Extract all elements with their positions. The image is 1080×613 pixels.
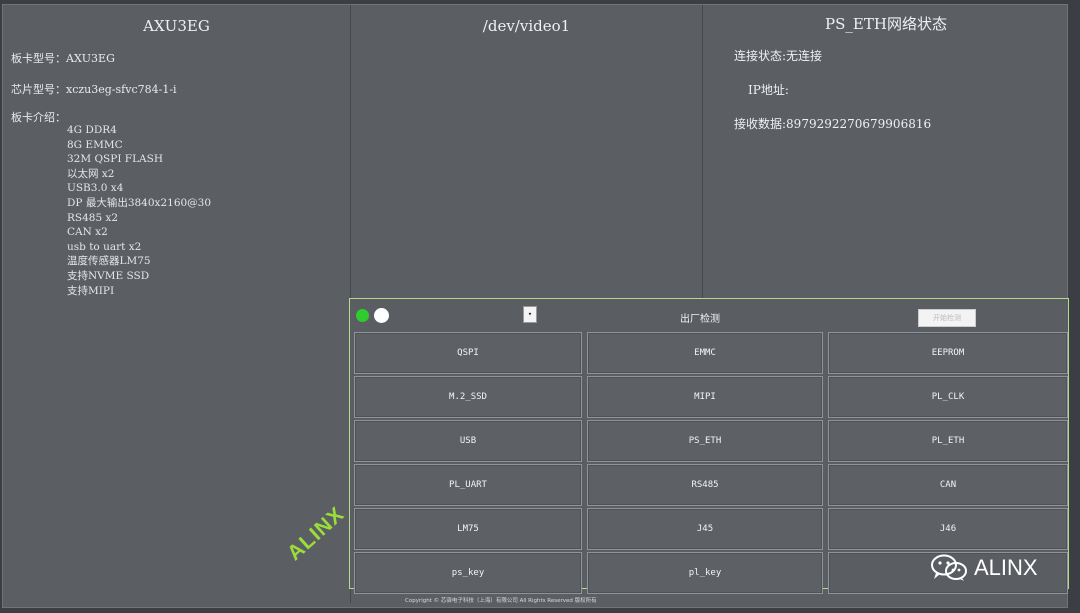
board-intro-label: 板卡介绍： <box>11 111 66 124</box>
chip-model: 芯片型号：xczu3eg-sfvc784-1-i <box>11 83 177 96</box>
feature-item: 8G EMMC <box>67 138 123 151</box>
test-button-pl-eth[interactable]: PL_ETH <box>828 420 1068 462</box>
board-info-panel: AXU3EG 板卡型号：AXU3EG 芯片型号：xczu3eg-sfvc784-… <box>3 5 351 603</box>
board-model: 板卡型号：AXU3EG <box>11 52 115 65</box>
test-button-qspi[interactable]: QSPI <box>354 332 582 374</box>
test-button-can[interactable]: CAN <box>828 464 1068 506</box>
feature-item: 支持NVME SSD <box>67 269 150 282</box>
feature-item: 以太网 x2 <box>67 167 115 180</box>
feature-item: usb to uart x2 <box>67 240 142 253</box>
feature-item: 支持MIPI <box>67 284 115 297</box>
video-device-title: /dev/video1 <box>482 17 571 35</box>
test-button-grid: QSPI EMMC EEPROM M.2_SSD MIPI PL_CLK USB… <box>354 332 1070 594</box>
test-button-m2-ssd[interactable]: M.2_SSD <box>354 376 582 418</box>
test-button-mipi[interactable]: MIPI <box>587 376 823 418</box>
feature-item: USB3.0 x4 <box>67 182 124 195</box>
test-button-ps-eth[interactable]: PS_ETH <box>587 420 823 462</box>
test-button-ps-key[interactable]: ps_key <box>354 552 582 594</box>
eth-connection-status: 连接状态:无连接 <box>734 49 823 63</box>
feature-item: 32M QSPI FLASH <box>67 153 163 166</box>
board-title: AXU3EG <box>143 17 210 35</box>
options-dropdown[interactable]: ▾ <box>523 306 537 323</box>
toggle-knob-icon <box>374 308 389 323</box>
status-toggle[interactable] <box>356 308 390 323</box>
eth-status-title: PS_ETH网络状态 <box>825 15 947 33</box>
wechat-icon <box>931 554 967 581</box>
feature-item: RS485 x2 <box>67 211 119 224</box>
footer-copyright: Copyright © 芯驿电子科技（上海）有限公司 All Rights Re… <box>405 598 597 604</box>
test-button-rs485[interactable]: RS485 <box>587 464 823 506</box>
app-screen: AXU3EG 板卡型号：AXU3EG 芯片型号：xczu3eg-sfvc784-… <box>2 4 1070 608</box>
test-button-eeprom[interactable]: EEPROM <box>828 332 1068 374</box>
test-button-emmc[interactable]: EMMC <box>587 332 823 374</box>
board-feature-list: 4G DDR4 8G EMMC 32M QSPI FLASH 以太网 x2 US… <box>67 123 211 298</box>
test-button-j45[interactable]: J45 <box>587 508 823 550</box>
feature-item: CAN x2 <box>67 226 108 239</box>
start-test-button[interactable]: 开始检测 <box>918 309 976 327</box>
wechat-account-name: ALINX <box>974 555 1038 580</box>
feature-item: 4G DDR4 <box>67 124 117 136</box>
factory-test-panel: ▾ 出厂检测 开始检测 QSPI EMMC EEPROM M.2_SSD MIP… <box>349 298 1070 594</box>
test-button-lm75[interactable]: LM75 <box>354 508 582 550</box>
test-button-usb[interactable]: USB <box>354 420 582 462</box>
factory-test-title: 出厂检测 <box>680 314 720 325</box>
feature-item: 温度传感器LM75 <box>67 255 151 268</box>
eth-received-data: 接收数据:8979292270679906816 <box>734 117 932 131</box>
factory-toolbar: ▾ 出厂检测 开始检测 <box>350 299 1068 329</box>
eth-ip-address: IP地址: <box>748 83 789 97</box>
test-button-pl-clk[interactable]: PL_CLK <box>828 376 1068 418</box>
feature-item: DP 最大输出3840x2160@30 <box>67 196 212 209</box>
eth-status-panel: PS_ETH网络状态 连接状态:无连接 IP地址: 接收数据:897929227… <box>703 5 1069 301</box>
wechat-watermark: ALINX <box>930 553 1038 583</box>
test-button-j46[interactable]: J46 <box>828 508 1068 550</box>
status-led-icon <box>356 309 369 322</box>
video-panel: /dev/video1 <box>351 5 703 301</box>
test-button-pl-key[interactable]: pl_key <box>587 552 823 594</box>
test-button-pl-uart[interactable]: PL_UART <box>354 464 582 506</box>
